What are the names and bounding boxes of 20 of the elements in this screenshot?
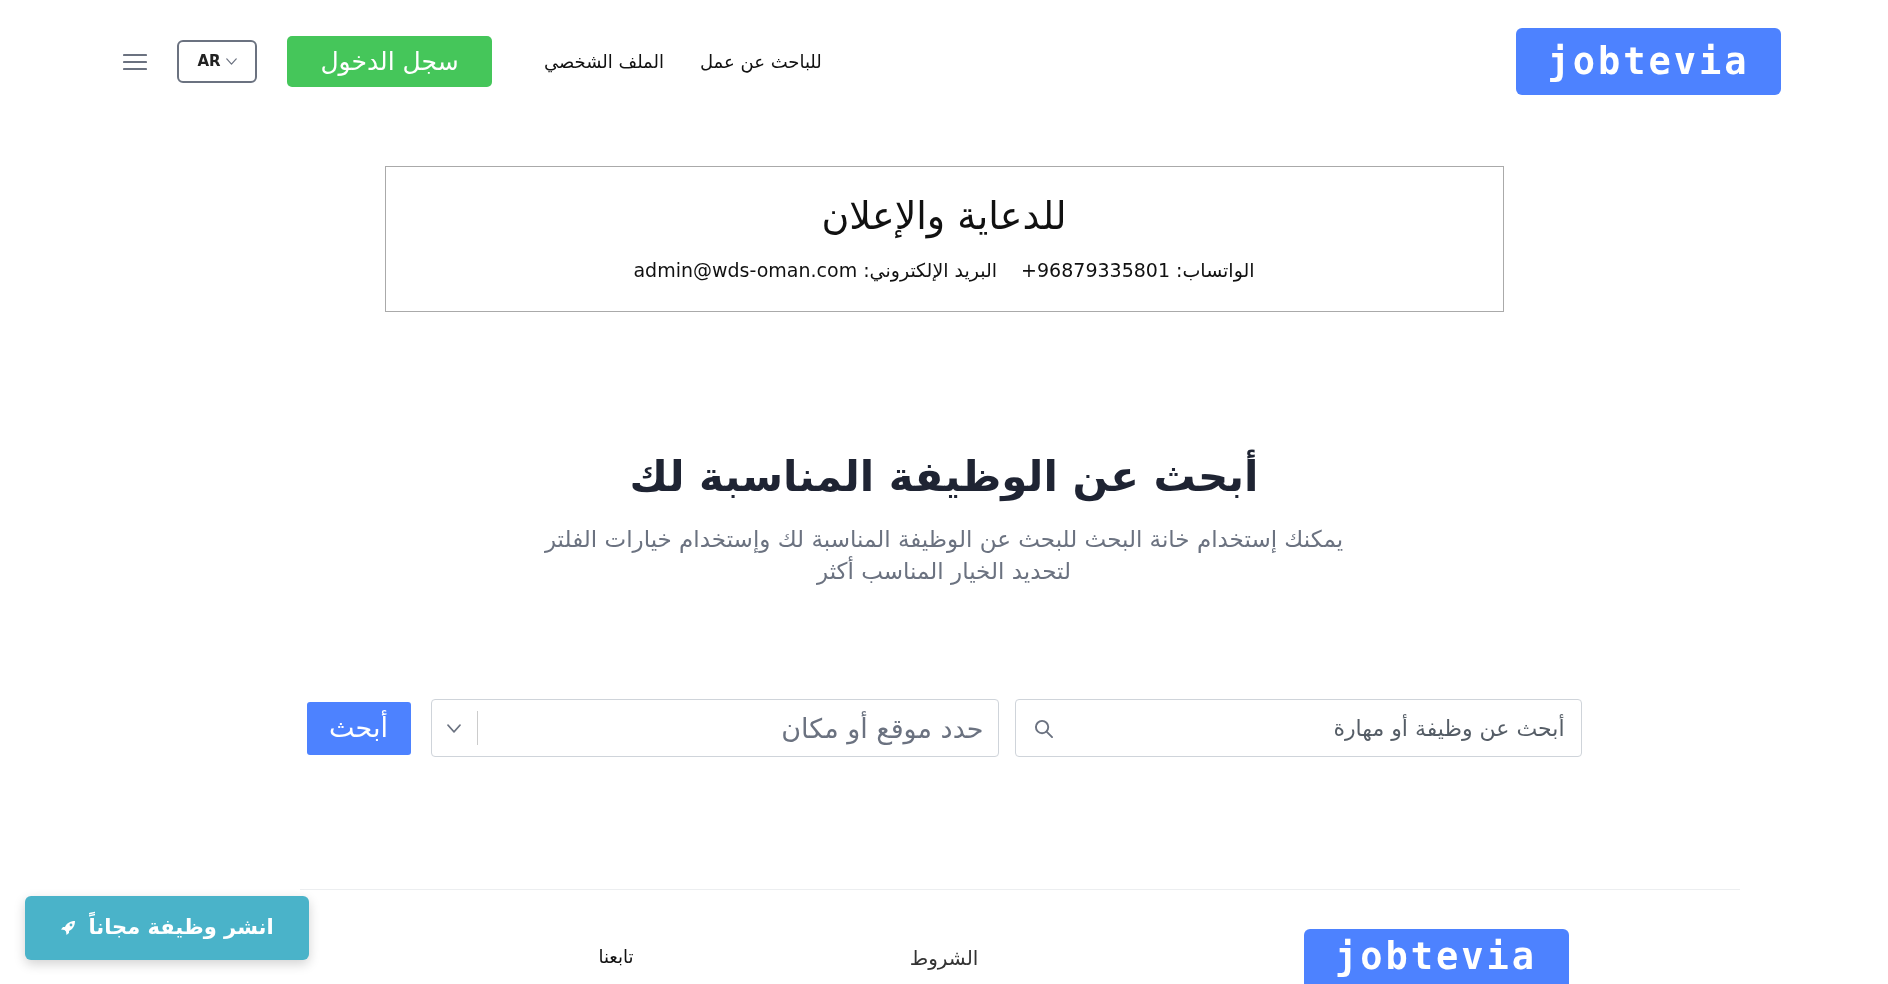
search-button[interactable]: أبحث [306, 701, 411, 755]
footer-link[interactable]: الشروط [909, 946, 979, 970]
rocket-icon [60, 920, 77, 936]
footer-logo[interactable]: jobtevia [1303, 929, 1569, 984]
menu-icon[interactable] [123, 52, 147, 71]
post-job-button[interactable]: انشر وظيفة مجاناً [25, 896, 309, 960]
search-icon [1033, 719, 1053, 738]
footer-heading: تابعنا [598, 946, 634, 967]
chevron-down-icon [446, 724, 461, 733]
hero-subtitle: يمكنك إستخدام خانة البحث للبحث عن الوظيفة المناسبة لك وإستخدام خيارات الفلتر لتحديد الخيار المناسب أكثر [544, 525, 1344, 587]
ad-title: للدعاية والإعلان [820, 193, 1068, 241]
nav-link[interactable]: للباحث عن عمل [700, 48, 822, 75]
nav-link[interactable]: الملف الشخصي [544, 48, 664, 75]
logo[interactable]: jobtevia [1516, 28, 1781, 95]
location-select[interactable]: حدد موقع أو مكان [430, 699, 999, 757]
language-dropdown[interactable]: AR [177, 40, 257, 83]
keyword-search-field[interactable]: أبحث عن وظيفة أو مهارة [1014, 699, 1582, 757]
chevron-down-icon [225, 58, 237, 65]
login-button[interactable]: سجل الدخول [287, 36, 492, 87]
hero-title: أبحث عن الوظيفة المناسبة لك [629, 449, 1259, 504]
